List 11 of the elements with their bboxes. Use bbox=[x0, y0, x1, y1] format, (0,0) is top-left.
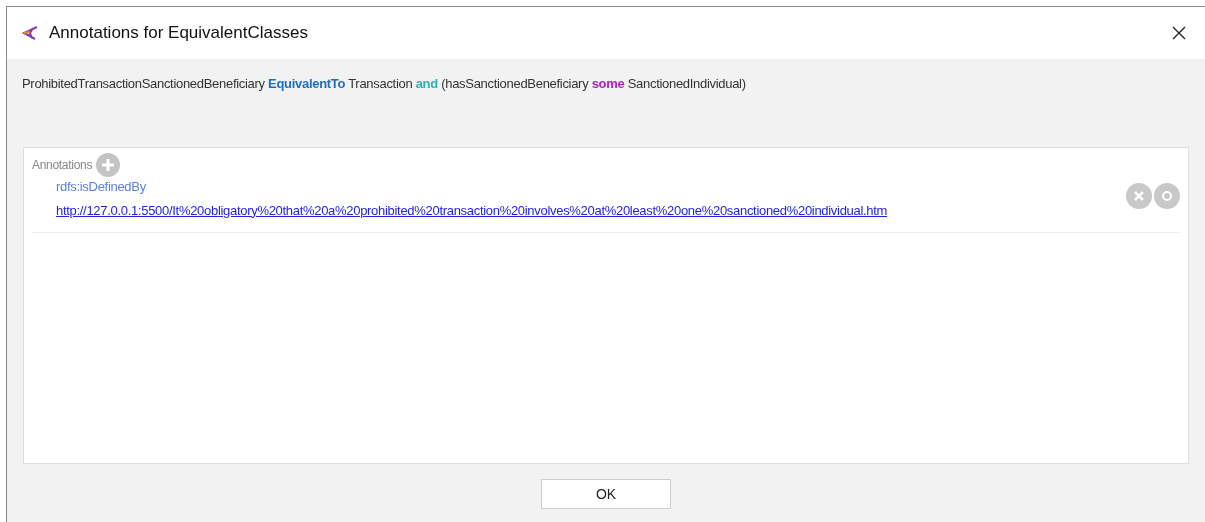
window-title: Annotations for EquivalentClasses bbox=[49, 22, 308, 45]
class-expression: ProhibitedTransactionSanctionedBeneficiary EquivalentTo Transaction and (hasSanctionedBeneficiary some SanctionedIndividual) bbox=[21, 75, 747, 93]
add-icon[interactable] bbox=[96, 153, 121, 177]
delete-icon[interactable] bbox=[1126, 183, 1152, 209]
annotation-link[interactable]: http://127.0.0.1:5500/It%20obligatory%20that%20a%20prohibited%20transaction%20involves%20at%20least%20one%20sanctioned%20individual.htm bbox=[56, 200, 888, 220]
annotation-property: rdfs:isDefinedBy bbox=[56, 178, 147, 196]
section-label: Annotations bbox=[32, 157, 93, 174]
options-icon[interactable] bbox=[1154, 183, 1180, 209]
ok-button[interactable]: OK bbox=[541, 479, 671, 509]
close-icon bbox=[1171, 25, 1187, 41]
app-logo-icon bbox=[21, 24, 39, 42]
